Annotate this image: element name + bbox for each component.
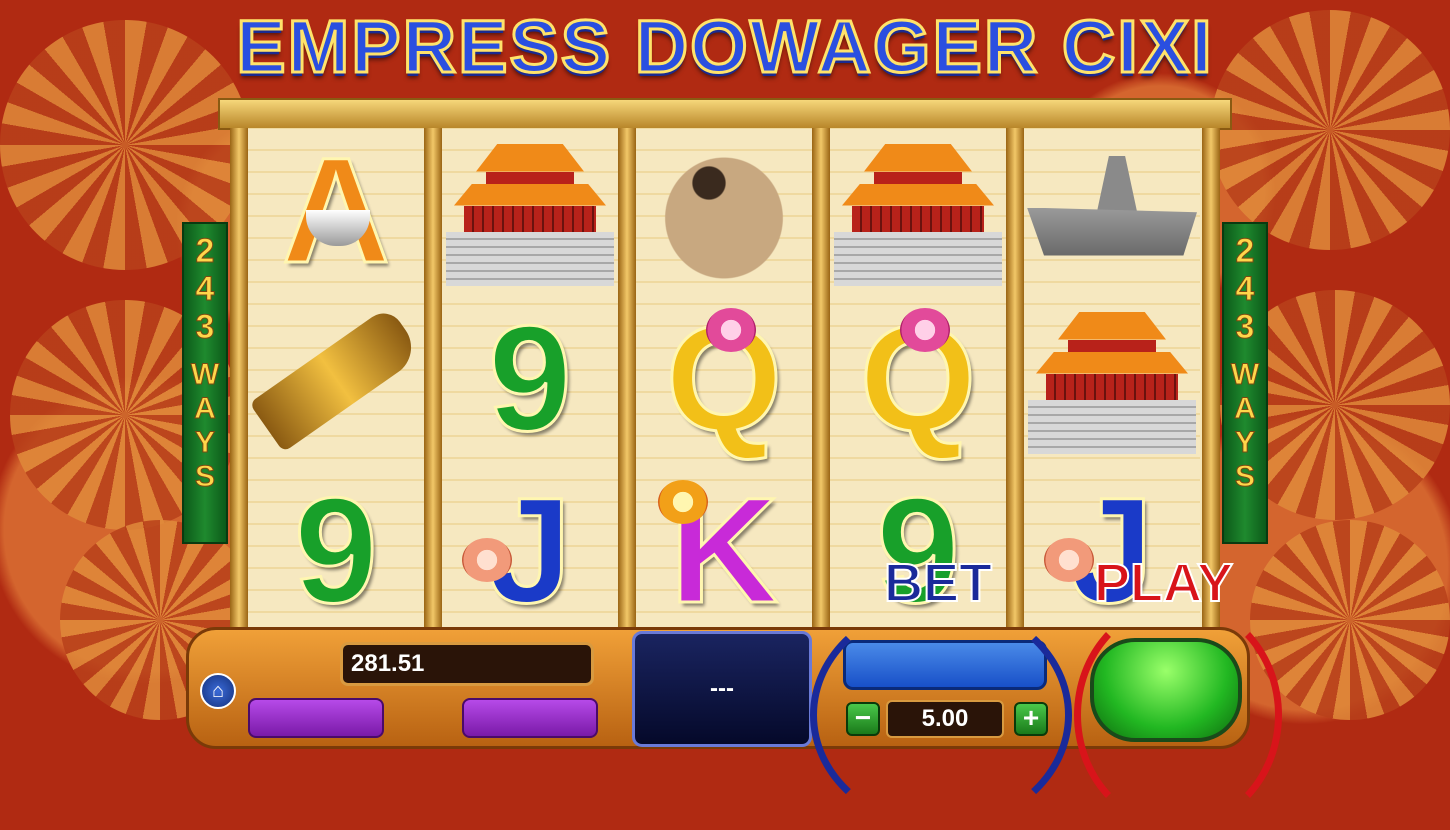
symbol-ace: A bbox=[248, 125, 424, 296]
reel-2: 9 J bbox=[442, 128, 618, 636]
reel-divider bbox=[230, 128, 248, 633]
game-title: EMPRESS DOWAGER CIXI bbox=[235, 4, 1214, 90]
reel-divider bbox=[618, 128, 636, 633]
settings-button[interactable] bbox=[462, 698, 598, 738]
reel-1: A 9 bbox=[248, 125, 424, 636]
pistol-icon bbox=[249, 305, 423, 452]
home-button[interactable]: ⌂ bbox=[200, 673, 236, 709]
symbol-dog bbox=[636, 128, 812, 293]
symbol-queen: Q bbox=[858, 293, 978, 464]
symbol-king: K bbox=[636, 465, 812, 636]
palace-icon bbox=[446, 136, 614, 286]
bet-highlight-ring bbox=[810, 600, 1072, 830]
symbol-palace bbox=[442, 128, 618, 293]
peach-icon bbox=[462, 538, 512, 582]
win-display: --- bbox=[632, 631, 812, 747]
chrysanthemum-decoration bbox=[1250, 520, 1450, 720]
symbol-queen: Q bbox=[664, 293, 784, 464]
symbol-pistol bbox=[248, 296, 424, 461]
play-label: PLAY bbox=[1093, 552, 1234, 614]
symbol-nine: 9 bbox=[293, 465, 379, 636]
palace-icon bbox=[1028, 304, 1196, 454]
symbol-battleship bbox=[1024, 128, 1200, 293]
bet-label: BET bbox=[883, 552, 993, 614]
flaming-pearl-icon bbox=[658, 480, 708, 524]
symbol-palace bbox=[830, 128, 1006, 293]
info-button[interactable] bbox=[248, 698, 384, 738]
home-icon: ⌂ bbox=[211, 680, 225, 702]
play-highlight-ring bbox=[1074, 600, 1282, 830]
ways-banner-right: 243 WAYS bbox=[1222, 222, 1268, 544]
reel-area: A 9 9 J Q K bbox=[230, 125, 1220, 636]
symbol-nine: 9 bbox=[487, 293, 573, 464]
peony-icon bbox=[706, 308, 756, 352]
symbol-jack: J bbox=[442, 465, 618, 636]
battleship-icon bbox=[1027, 146, 1197, 276]
reel-divider bbox=[812, 128, 830, 633]
reel-3: Q K bbox=[636, 128, 812, 636]
reel-divider bbox=[424, 128, 442, 633]
pekingese-dog-icon bbox=[649, 140, 799, 281]
palace-icon bbox=[834, 136, 1002, 286]
reel-divider bbox=[1006, 128, 1024, 633]
ways-banner-left: 243 WAYS bbox=[182, 222, 228, 544]
symbol-palace bbox=[1024, 296, 1200, 461]
peony-icon bbox=[900, 308, 950, 352]
peach-icon bbox=[1044, 538, 1094, 582]
balance-display: 281.51 bbox=[340, 642, 594, 686]
